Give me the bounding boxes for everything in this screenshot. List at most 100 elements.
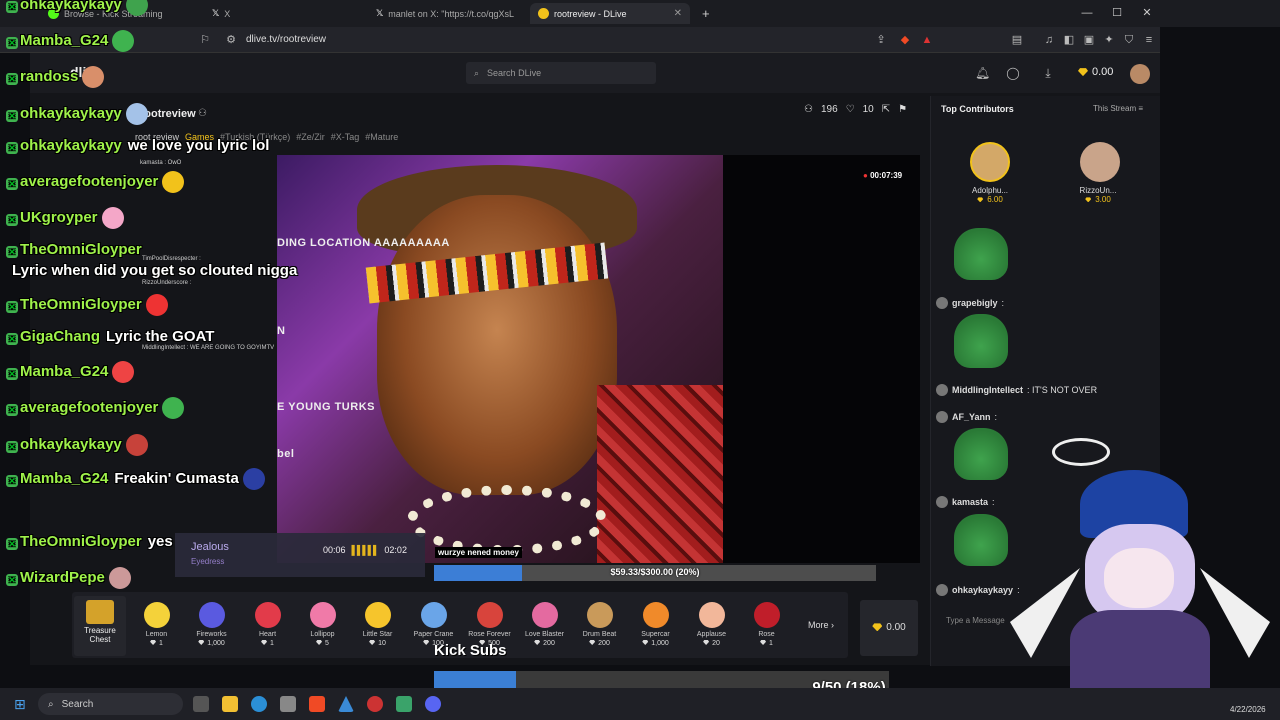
chat-emote: [242, 468, 265, 490]
gift-name: Paper Crane: [413, 631, 454, 638]
gem-icon: [977, 197, 984, 203]
store-icon[interactable]: [280, 696, 296, 712]
tag[interactable]: #Ze/Zir: [296, 132, 325, 142]
x-icon: 𝕏: [376, 8, 384, 18]
gift-lollipop[interactable]: Lollipop 5: [295, 600, 350, 656]
maximize-button[interactable]: ☐: [1105, 4, 1129, 22]
gift-fireworks[interactable]: Fireworks 1,000: [184, 600, 239, 656]
like-count: 10: [862, 104, 874, 115]
song-artist: Eyedress: [191, 557, 225, 566]
tab-dlive[interactable]: rootreview - DLive ✕: [530, 3, 690, 24]
reader-icon[interactable]: ◧: [1062, 33, 1076, 47]
gift-name: Supercar: [641, 631, 670, 638]
treasure-label: Chest: [89, 635, 111, 644]
gift-icon: [143, 602, 170, 628]
chat-emote: [101, 207, 124, 229]
windows-start-icon[interactable]: ⊞: [14, 696, 26, 713]
url-field[interactable]: dlive.tv/rootreview: [246, 34, 326, 45]
tag[interactable]: #X-Tag: [331, 132, 360, 142]
minimize-button[interactable]: —: [1075, 4, 1099, 22]
vpn-icon[interactable]: ⛉: [1122, 33, 1136, 47]
gift-rose[interactable]: Rose 1: [739, 600, 794, 656]
kick-badge-icon: ✕: [6, 177, 18, 190]
file-explorer-icon[interactable]: [222, 696, 238, 712]
gift-supercar[interactable]: Supercar 1,000: [628, 600, 683, 656]
gift-icon: [586, 602, 613, 628]
task-view-icon[interactable]: [193, 696, 209, 712]
close-tab-icon[interactable]: ✕: [674, 8, 682, 19]
share-icon[interactable]: ⇱: [882, 104, 890, 115]
flag-icon[interactable]: ⚑: [898, 104, 907, 115]
this-stream-toggle[interactable]: This Stream ≡: [1093, 104, 1143, 113]
leo-icon[interactable]: ✦: [1102, 33, 1116, 47]
gift-little-star[interactable]: Little Star 10: [350, 600, 405, 656]
stream-stats: ⚇ 196 ♡ 10 ⇱ ⚑: [804, 104, 907, 115]
overlay-chat-username: ohkaykaykayy: [20, 137, 122, 154]
share-icon[interactable]: ⇪: [874, 33, 888, 47]
brave-icon[interactable]: [309, 696, 325, 712]
gift-love-blaster[interactable]: Love Blaster 200: [517, 600, 572, 656]
close-window-button[interactable]: ✕: [1135, 4, 1159, 22]
gem-icon: [872, 623, 883, 632]
chat-emote: [125, 103, 148, 125]
discord-icon[interactable]: [425, 696, 441, 712]
gift-icon: [698, 602, 725, 628]
pepe-emote: [954, 514, 1008, 566]
video-frame-shawl: [597, 385, 723, 563]
heart-icon[interactable]: ♡: [846, 104, 855, 115]
bookmark-icon[interactable]: ⚐: [198, 33, 212, 47]
wallet-icon[interactable]: ▣: [1082, 33, 1096, 47]
gift-balance[interactable]: 0.00: [860, 600, 918, 656]
app-icon[interactable]: [396, 696, 412, 712]
treasure-chest-button[interactable]: Treasure Chest: [74, 596, 126, 656]
overlay-chat-line: ✕ averagefootenjoyer: [6, 397, 185, 419]
contributor-avatar[interactable]: [970, 142, 1010, 182]
mini-chat-line: kamasta : OwO: [140, 160, 182, 166]
gift-price: 200: [572, 640, 627, 647]
rewards-icon[interactable]: ▲: [920, 33, 934, 47]
gift-lemon[interactable]: Lemon 1: [129, 600, 184, 656]
gift-price: 1: [129, 640, 184, 647]
follow-user-icon[interactable]: ⚇: [198, 108, 207, 119]
dlive-icon: [538, 8, 549, 19]
chat-bubble-icon[interactable]: ◯: [1006, 66, 1020, 80]
contributor-avatar[interactable]: [1080, 142, 1120, 182]
kick-badge-icon: ✕: [6, 367, 18, 380]
tag[interactable]: #Mature: [365, 132, 398, 142]
gift-icon: [254, 602, 281, 628]
song-time: 00:06 ▌▌▌▌▌ 02:02: [323, 545, 407, 555]
gift-icon: [476, 602, 503, 628]
streamer-name[interactable]: rootreview: [140, 108, 196, 120]
overlay-chat-line: ✕ WizardPepe: [6, 567, 131, 589]
download-icon[interactable]: ⤓: [1041, 66, 1055, 80]
edge-icon[interactable]: [251, 696, 267, 712]
taskbar-search[interactable]: ⌕ Search: [38, 693, 183, 715]
overlay-chat-line: ✕ ohkaykaykayy we love you lyric lol: [6, 137, 269, 154]
chat-emote: [162, 171, 185, 193]
tab-x[interactable]: 𝕏 X: [204, 3, 364, 24]
gift-drum-beat[interactable]: Drum Beat 200: [572, 600, 627, 656]
new-tab-button[interactable]: +: [694, 3, 714, 24]
kick-badge-icon: ✕: [6, 36, 18, 49]
brave-shield-icon[interactable]: ◆: [898, 33, 912, 47]
menu-icon[interactable]: ≡: [1142, 33, 1156, 47]
gift-icon: [198, 602, 225, 628]
bell-icon[interactable]: 🔔︎: [975, 66, 990, 80]
user-avatar[interactable]: [1130, 64, 1150, 84]
taskbar-date: 4/22/2026: [1230, 705, 1266, 714]
top-contributors-title: Top Contributors: [941, 104, 1014, 114]
sidebar-icon[interactable]: ▤: [1010, 33, 1024, 47]
search-input[interactable]: ⌕ Search DLive: [466, 62, 656, 84]
wallet-balance[interactable]: 0.00: [1078, 66, 1113, 78]
site-info-icon[interactable]: ⚙: [224, 33, 238, 47]
more-gifts-button[interactable]: More ›: [808, 620, 834, 630]
overlay-chat-line: ✕ Mamba_G24: [6, 361, 135, 383]
gift-heart[interactable]: Heart 1: [240, 600, 295, 656]
music-icon[interactable]: ♫: [1042, 33, 1056, 47]
gift-icon: [364, 602, 391, 628]
app-icon[interactable]: [367, 696, 383, 712]
video-player[interactable]: DING LOCATION AAAAAAAAA N E YOUNG TURKS …: [277, 155, 723, 563]
tab-manlet[interactable]: 𝕏 manlet on X: "https://t.co/qgXsL: [368, 3, 528, 24]
contributor: RizzoUn... 3.00: [1079, 186, 1117, 204]
gift-applause[interactable]: Applause 20: [684, 600, 739, 656]
